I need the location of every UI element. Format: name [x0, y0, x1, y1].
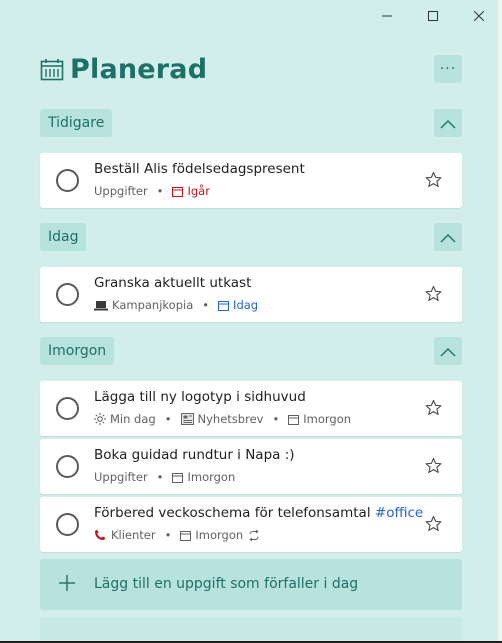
- chevron-up-icon: [440, 228, 456, 247]
- calendar-small-icon: [172, 186, 184, 197]
- telephone-icon: [94, 529, 107, 541]
- task-list: Klienter: [111, 528, 156, 542]
- importance-star-button[interactable]: [425, 171, 442, 192]
- star-icon: [425, 515, 442, 536]
- add-task-label: Lägg till en uppgift som förfaller i dag: [94, 576, 359, 592]
- importance-star-button[interactable]: [425, 399, 442, 420]
- window-controls: [364, 0, 502, 32]
- task-title: Granska aktuellt utkast: [94, 275, 252, 291]
- separator-dot: •: [156, 470, 164, 484]
- maximize-icon: [428, 11, 438, 21]
- complete-checkbox[interactable]: [56, 455, 79, 478]
- calendar-small-icon: [288, 414, 300, 425]
- complete-checkbox[interactable]: [56, 169, 79, 192]
- task-item[interactable]: Granska aktuellt utkast Kampanjkopia • I…: [40, 267, 462, 322]
- task-title: Boka guidad rundtur i Napa :): [94, 447, 295, 463]
- task-due: Igår: [187, 184, 210, 198]
- task-title: Beställ Alis födelsedagspresent: [94, 161, 305, 177]
- maximize-button[interactable]: [410, 0, 456, 32]
- group-header-imorgon: Imorgon: [40, 337, 462, 365]
- more-options-button[interactable]: ···: [434, 55, 462, 83]
- task-title: Förbered veckoschema för telefonsamtal: [94, 505, 371, 521]
- collapse-button[interactable]: [434, 109, 462, 137]
- collapse-button[interactable]: [434, 223, 462, 251]
- add-task-bar[interactable]: Lägg till en uppgift som förfaller i dag: [40, 559, 462, 610]
- group-label[interactable]: Idag: [40, 223, 87, 251]
- star-icon: [425, 285, 442, 306]
- task-due: Idag: [233, 298, 259, 312]
- task-title-row: Förbered veckoschema för telefonsamtal #…: [94, 505, 423, 521]
- importance-star-button[interactable]: [425, 515, 442, 536]
- laptop-icon: [94, 300, 108, 311]
- task-meta: Uppgifter • Igår: [94, 184, 210, 198]
- close-button[interactable]: [456, 0, 502, 32]
- sun-icon: [94, 413, 106, 425]
- chevron-up-icon: [440, 342, 456, 361]
- page-header: Planerad: [40, 54, 207, 85]
- complete-checkbox[interactable]: [56, 397, 79, 420]
- group-label[interactable]: Tidigare: [40, 109, 113, 137]
- group-label[interactable]: Imorgon: [40, 337, 115, 365]
- task-meta: Min dag • Nyhetsbrev • Imorgon: [94, 412, 351, 426]
- task-list: Uppgifter: [94, 184, 148, 198]
- chevron-up-icon: [440, 114, 456, 133]
- task-item[interactable]: Boka guidad rundtur i Napa :) Uppgifter …: [40, 439, 462, 494]
- calendar-icon: [40, 58, 64, 82]
- separator-dot: •: [272, 412, 280, 426]
- task-meta: Uppgifter • Imorgon: [94, 470, 235, 484]
- task-due: Imorgon: [303, 412, 352, 426]
- star-icon: [425, 399, 442, 420]
- task-title: Lägga till ny logotyp i sidhuvud: [94, 389, 306, 405]
- star-icon: [425, 457, 442, 478]
- task-meta: Kampanjkopia • Idag: [94, 298, 258, 312]
- plus-icon: [58, 574, 76, 596]
- page-title: Planerad: [70, 54, 208, 85]
- collapse-button[interactable]: [434, 337, 462, 365]
- bottom-toolbar: [40, 617, 462, 641]
- calendar-small-icon: [180, 530, 192, 541]
- group-header-idag: Idag: [40, 223, 462, 251]
- calendar-small-icon: [172, 472, 184, 483]
- task-myday: Min dag: [110, 412, 156, 426]
- importance-star-button[interactable]: [425, 285, 442, 306]
- minimize-icon: [382, 11, 392, 21]
- task-item[interactable]: Beställ Alis födelsedagspresent Uppgifte…: [40, 153, 462, 208]
- task-due: Imorgon: [195, 528, 244, 542]
- complete-checkbox[interactable]: [56, 283, 79, 306]
- separator-dot: •: [164, 528, 172, 542]
- newspaper-icon: [180, 413, 194, 425]
- task-due: Imorgon: [187, 470, 236, 484]
- task-item[interactable]: Förbered veckoschema för telefonsamtal #…: [40, 497, 462, 552]
- task-meta: Klienter • Imorgon: [94, 528, 264, 542]
- task-item[interactable]: Lägga till ny logotyp i sidhuvud Min dag…: [40, 381, 462, 436]
- separator-dot: •: [202, 298, 210, 312]
- task-hashtag[interactable]: #office: [375, 505, 423, 521]
- window-edge: [498, 0, 502, 643]
- close-icon: [474, 11, 484, 21]
- complete-checkbox[interactable]: [56, 513, 79, 536]
- calendar-small-icon: [218, 300, 230, 311]
- task-list: Nyhetsbrev: [197, 412, 264, 426]
- group-header-tidigare: Tidigare: [40, 109, 462, 137]
- task-list: Uppgifter: [94, 470, 148, 484]
- task-list: Kampanjkopia: [112, 298, 194, 312]
- separator-dot: •: [164, 412, 172, 426]
- minimize-button[interactable]: [364, 0, 410, 32]
- separator-dot: •: [156, 184, 164, 198]
- star-icon: [425, 171, 442, 192]
- importance-star-button[interactable]: [425, 457, 442, 478]
- repeat-icon: [248, 529, 260, 541]
